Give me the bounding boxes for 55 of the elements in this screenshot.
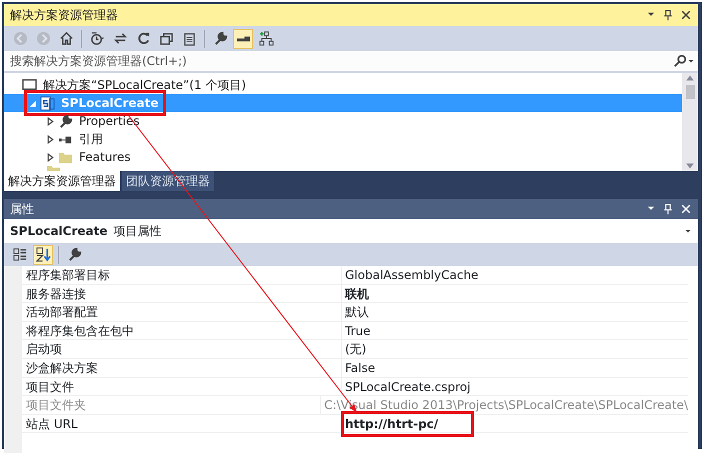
property-value[interactable]: SPLocalCreate.csproj (345, 380, 470, 394)
pages-icon (182, 31, 196, 46)
object-name: SPLocalCreate (10, 223, 108, 240)
preview-pane-button[interactable] (233, 28, 253, 48)
refresh-icon (136, 31, 150, 46)
clock-icon (90, 31, 104, 46)
property-value[interactable]: 默认 (345, 305, 369, 320)
panel-title: 解决方案资源管理器 (10, 7, 119, 24)
sync-arrows-icon (112, 31, 128, 46)
property-name: 启动项 (22, 340, 342, 358)
expanded-triangle-icon (28, 98, 37, 108)
wrench-icon (66, 247, 82, 262)
wrench-icon (212, 31, 228, 46)
tree-item-label: SPLocalCreate (61, 95, 158, 112)
scrollbar-thumb[interactable] (686, 85, 694, 99)
pin-icon (662, 9, 674, 21)
property-value[interactable]: GlobalAssemblyCache (345, 268, 478, 282)
property-value[interactable]: (无) (345, 342, 366, 356)
solution-icon (22, 78, 37, 92)
panel-tab[interactable]: 解决方案资源管理器 (4, 171, 120, 191)
search-icon (673, 54, 687, 68)
property-name: 将程序集包含在包中 (22, 322, 342, 340)
tree-item-label: 解决方案“SPLocalCreate”(1 个项目) (43, 77, 246, 94)
categorized-list-icon (12, 247, 28, 262)
folder-tree-item[interactable]: Features (4, 148, 682, 166)
property-value[interactable]: True (345, 324, 370, 338)
project-icon (40, 96, 55, 110)
home-icon (58, 31, 74, 46)
class-diagram-icon (258, 31, 274, 46)
dropdown-caret-icon (687, 57, 695, 65)
stacked-windows-icon (158, 31, 174, 46)
object-type: 项目属性 (114, 223, 162, 240)
sort-alphabetical-icon (36, 247, 50, 262)
property-name: 站点 URL (22, 414, 342, 432)
tree-item-label: 引用 (79, 131, 103, 148)
property-name: 服务器连接 (22, 284, 342, 302)
property-value[interactable]: 联机 (345, 286, 369, 301)
scrollbar[interactable] (682, 73, 698, 171)
object-selector[interactable]: SPLocalCreate 项目属性 (4, 219, 698, 243)
property-value[interactable]: False (345, 360, 376, 375)
tree-item-label: Features (79, 149, 131, 166)
close-icon (680, 203, 692, 215)
pin-icon (662, 203, 674, 215)
sort-alphabetical-button[interactable] (33, 244, 53, 264)
property-name: 活动部署配置 (22, 303, 342, 321)
wrench-icon (58, 114, 73, 128)
property-name: 项目文件夹 (22, 396, 322, 414)
references-tree-item[interactable]: 引用 (4, 130, 682, 148)
property-name: 程序集部署目标 (22, 266, 342, 284)
property-name: 项目文件 (22, 378, 342, 396)
solution-tree-item[interactable]: 解决方案“SPLocalCreate”(1 个项目) (4, 76, 682, 94)
panel-title: 属性 (10, 201, 35, 218)
dropdown-caret-icon (684, 227, 692, 235)
property-name: 沙盒解决方案 (22, 358, 342, 377)
close-icon (680, 9, 692, 21)
